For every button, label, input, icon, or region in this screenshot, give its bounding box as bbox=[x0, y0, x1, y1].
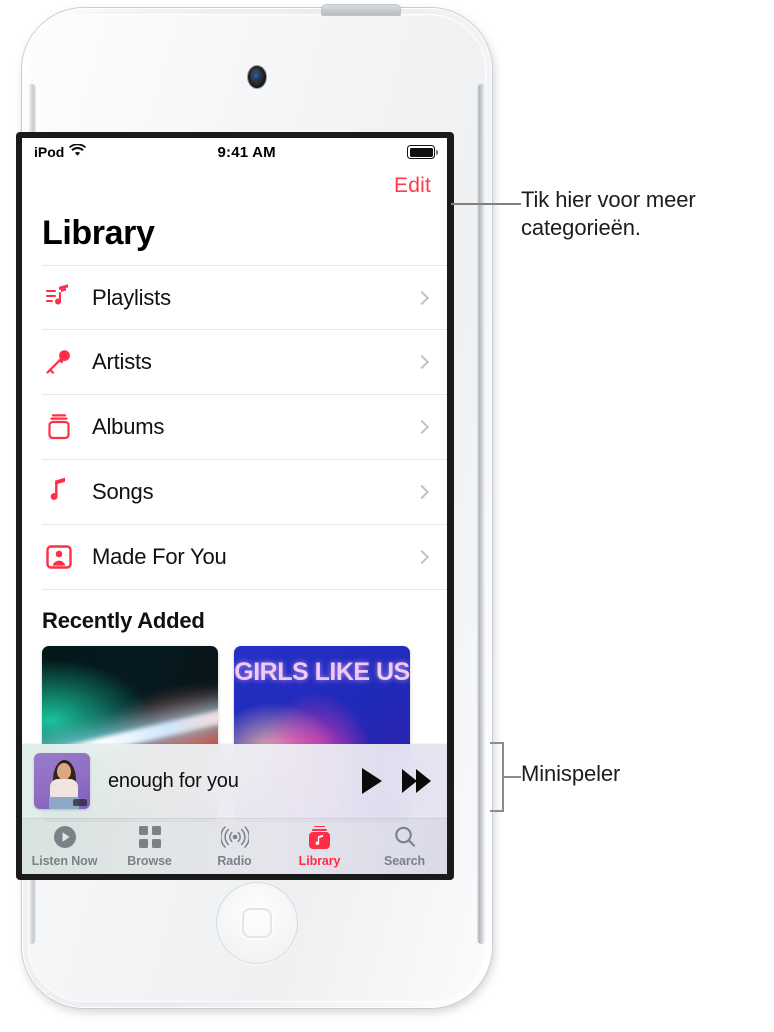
tab-label: Radio bbox=[217, 853, 252, 868]
nav-bar: Edit bbox=[22, 166, 447, 212]
home-button[interactable] bbox=[216, 882, 298, 964]
app-screen: iPod 9:41 AM Edit Library Playlists Arti… bbox=[22, 138, 447, 874]
playlist-note-icon bbox=[42, 281, 76, 315]
battery-full-icon bbox=[407, 145, 438, 159]
tab-label: Listen Now bbox=[31, 853, 98, 868]
status-right bbox=[407, 145, 438, 159]
callout-miniplayer: Minispeler bbox=[521, 761, 621, 786]
edit-button[interactable]: Edit bbox=[394, 174, 431, 198]
library-row-albums[interactable]: Albums bbox=[42, 395, 447, 460]
status-bar: iPod 9:41 AM bbox=[22, 138, 447, 166]
tab-radio[interactable]: Radio bbox=[192, 818, 277, 874]
tab-browse[interactable]: Browse bbox=[107, 818, 192, 874]
tab-listen-now[interactable]: Listen Now bbox=[22, 818, 107, 874]
library-row-label: Songs bbox=[92, 479, 154, 504]
chevron-right-icon bbox=[414, 549, 430, 565]
library-icon bbox=[309, 825, 330, 850]
miniplayer-artwork[interactable] bbox=[34, 753, 90, 809]
microphone-icon bbox=[42, 345, 76, 379]
fast-forward-icon[interactable] bbox=[402, 769, 431, 793]
person-frame-icon bbox=[42, 540, 76, 574]
power-button[interactable] bbox=[322, 5, 400, 15]
radio-waves-icon bbox=[220, 825, 249, 850]
callout-bracket-miniplayer bbox=[490, 742, 504, 812]
play-icon[interactable] bbox=[362, 768, 382, 794]
grid-squares-icon bbox=[138, 825, 161, 850]
tab-label: Browse bbox=[127, 853, 172, 868]
play-circle-icon bbox=[53, 825, 77, 850]
device-screen-frame: iPod 9:41 AM Edit Library Playlists Arti… bbox=[16, 132, 454, 880]
tab-label: Library bbox=[298, 853, 341, 868]
callout-more-categories: Tik hier voor meer categorieën. bbox=[521, 187, 696, 241]
library-row-made-for-you[interactable]: Made For You bbox=[42, 525, 447, 590]
tab-library[interactable]: Library bbox=[277, 818, 362, 874]
device-right-bevel bbox=[477, 84, 486, 944]
chevron-right-icon bbox=[414, 354, 430, 370]
chevron-right-icon bbox=[414, 290, 430, 305]
library-row-playlists[interactable]: Playlists bbox=[42, 265, 447, 330]
library-row-label: Made For You bbox=[92, 544, 227, 569]
clock-label: 9:41 AM bbox=[217, 143, 276, 161]
page-title: Library bbox=[42, 214, 155, 252]
library-category-list: Playlists Artists Albums Songs Made For … bbox=[22, 265, 447, 590]
album-stack-icon bbox=[42, 410, 76, 444]
wifi-icon bbox=[69, 143, 87, 160]
callout-leader-line-miniplayer bbox=[504, 776, 521, 778]
carrier-label: iPod bbox=[34, 144, 65, 160]
tab-bar: Listen Now Browse Radio Library Search bbox=[22, 818, 447, 874]
callout-leader-line-top bbox=[451, 203, 521, 205]
magnifier-icon bbox=[393, 825, 417, 850]
library-row-label: Artists bbox=[92, 349, 152, 374]
artwork-title: GIRLS LIKE US bbox=[234, 658, 410, 686]
tab-search[interactable]: Search bbox=[362, 818, 447, 874]
library-row-artists[interactable]: Artists bbox=[42, 330, 447, 395]
library-row-songs[interactable]: Songs bbox=[42, 460, 447, 525]
status-left: iPod bbox=[34, 143, 87, 160]
chevron-right-icon bbox=[414, 419, 430, 435]
mini-player[interactable]: enough for you bbox=[22, 744, 447, 818]
library-row-label: Albums bbox=[92, 414, 165, 439]
front-camera bbox=[248, 66, 266, 88]
screenshot-root: iPod 9:41 AM Edit Library Playlists Arti… bbox=[0, 0, 774, 1032]
tab-label: Search bbox=[383, 853, 426, 868]
recently-added-heading: Recently Added bbox=[42, 608, 205, 633]
library-row-label: Playlists bbox=[92, 284, 171, 310]
miniplayer-track-title: enough for you bbox=[108, 769, 239, 792]
music-note-icon bbox=[42, 475, 76, 509]
chevron-right-icon bbox=[414, 484, 430, 500]
